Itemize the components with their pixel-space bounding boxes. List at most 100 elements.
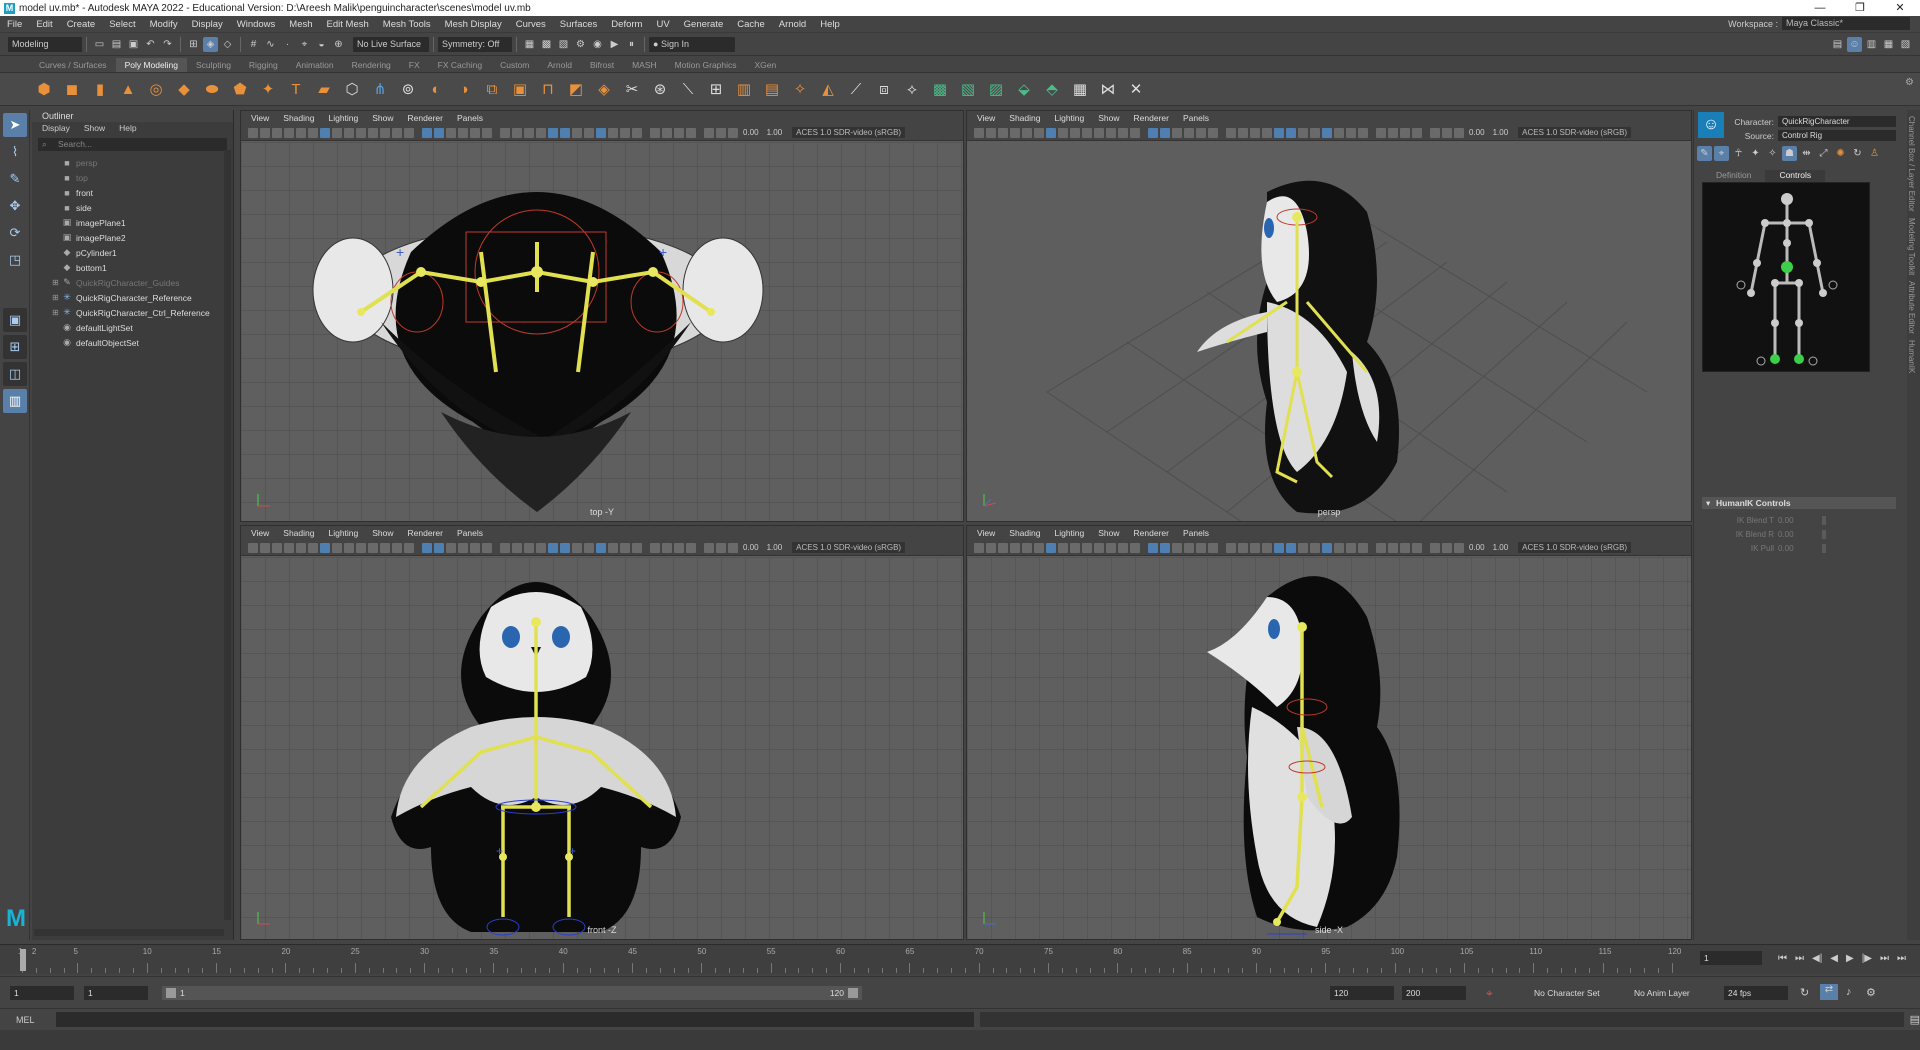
fill-hole-icon[interactable]: ◈ [593,78,615,100]
menu-surfaces[interactable]: Surfaces [553,19,605,30]
menu-arnold[interactable]: Arnold [772,19,813,30]
humanik-tab-controls[interactable]: Controls [1765,170,1826,182]
toggle-modeling-toolkit-icon[interactable]: ▤ [1830,37,1845,52]
shelf-tab-fx-caching[interactable]: FX Caching [429,58,491,72]
viewport-front[interactable]: View Shading Lighting Show Renderer Panels 0.… [240,525,964,940]
shelf-tab-curves-surfaces[interactable]: Curves / Surfaces [30,58,116,72]
uv-straighten-icon[interactable]: ▨ [985,78,1007,100]
viewport-tool-icon[interactable] [584,542,594,553]
viewport-tool-icon[interactable] [404,127,414,138]
outliner-item-top[interactable]: ■ top [32,170,233,185]
poly-torus-icon[interactable]: ◎ [145,78,167,100]
fps-dropdown[interactable]: 24 fps [1724,986,1788,1000]
humanik-slider-ik-blend-r[interactable]: IK Blend R 0.00 [1714,530,1894,539]
shelf-tab-motion-graphics[interactable]: Motion Graphics [666,58,746,72]
viewport-tool-icon[interactable] [548,542,558,553]
full-body-icon[interactable]: ☥ [1731,146,1746,161]
viewport-tool-icon[interactable] [704,127,714,138]
poly-cube-icon[interactable]: ◼ [61,78,83,100]
outliner-item-persp[interactable]: ■ persp [32,155,233,170]
outliner-menu-display[interactable]: Display [42,123,70,133]
viewport-tool-icon[interactable] [1250,127,1260,138]
target-weld-icon[interactable]: ⊛ [649,78,671,100]
poly-text-icon[interactable]: T [285,78,307,100]
viewport-tool-icon[interactable] [344,127,354,138]
snap-point-icon[interactable]: ∙ [280,37,295,52]
viewport-tool-icon[interactable] [1358,542,1368,553]
viewport-menu-view[interactable]: View [977,528,995,538]
anim-start-field[interactable]: 1 [10,986,74,1000]
viewport-tool-icon[interactable] [284,127,294,138]
viewport-tool-icon[interactable] [368,542,378,553]
viewport-tool-icon[interactable] [1430,542,1440,553]
paint-select-tool-icon[interactable]: ✎ [3,167,27,191]
step-back-key-icon[interactable]: ⏭ [1795,953,1804,964]
outliner-item-quickrigcharacter-reference[interactable]: ⊞ ✳ QuickRigCharacter_Reference [32,290,233,305]
viewport-tool-icon[interactable] [632,542,642,553]
viewport-menu-view[interactable]: View [977,113,995,123]
auto-key-icon[interactable]: ⌖ [1486,986,1493,1001]
booleans-icon[interactable]: ◑ [453,78,475,100]
humanik-slider-ik-blend-t[interactable]: IK Blend T 0.00 [1714,516,1894,525]
viewport-tool-icon[interactable] [716,542,726,553]
expand-icon[interactable]: ⊞ [52,308,59,317]
snap-view-icon[interactable]: ⌖ [297,37,312,52]
gamma-field[interactable]: 1.00 [767,543,783,552]
viewport-tool-icon[interactable] [674,127,684,138]
wedge-icon[interactable]: ◭ [817,78,839,100]
go-to-start-icon[interactable]: ⏮ [1778,953,1787,964]
menu-select[interactable]: Select [102,19,142,30]
viewport-menu-panels[interactable]: Panels [457,113,483,123]
viewport-tool-icon[interactable] [1322,542,1332,553]
humanik-figure-view[interactable] [1702,182,1870,372]
viewport-tool-icon[interactable] [1022,542,1032,553]
exposure-field[interactable]: 0.00 [1469,128,1485,137]
colorspace-dropdown[interactable]: ACES 1.0 SDR-video (sRGB) [1518,542,1632,553]
maximize-icon[interactable]: ❐ [1840,0,1880,16]
menu-help[interactable]: Help [813,19,847,30]
render-frame-icon[interactable]: ▩ [539,37,554,52]
viewport-tool-icon[interactable] [512,542,522,553]
mirror-matching-icon[interactable]: ⇹ [1799,146,1814,161]
arnold-pause-icon[interactable]: ⏸ [624,37,639,52]
save-scene-icon[interactable]: ▣ [126,37,141,52]
extract-icon[interactable]: ◐ [425,78,447,100]
hypershade-icon[interactable]: ◉ [590,37,605,52]
insert-loop-icon[interactable]: ▥ [733,78,755,100]
toggle-tool-settings-icon[interactable]: ▦ [1881,37,1896,52]
viewport-tool-icon[interactable] [1226,127,1236,138]
extrude-icon[interactable]: ▣ [509,78,531,100]
outliner-item-quickrigcharacter-ctrl-reference[interactable]: ⊞ ✳ QuickRigCharacter_Ctrl_Reference [32,305,233,320]
sign-in-dropdown[interactable]: ● Sign In [649,37,735,52]
viewport-tool-icon[interactable] [1148,127,1158,138]
bake-icon[interactable]: ✺ [1833,146,1848,161]
current-frame-field[interactable]: 1 [1700,951,1762,965]
separate-icon[interactable]: ⋔ [369,78,391,100]
toggle-attribute-editor-icon[interactable]: ▥ [1864,37,1879,52]
body-part-icon[interactable]: ✦ [1748,146,1763,161]
viewport-tool-icon[interactable] [446,542,456,553]
viewport-tool-icon[interactable] [548,127,558,138]
outliner-item-side[interactable]: ■ side [32,200,233,215]
viewport-tool-icon[interactable] [1358,127,1368,138]
viewport-persp[interactable]: View Shading Lighting Show Renderer Panels 0.… [966,110,1692,522]
viewport-tool-icon[interactable] [446,127,456,138]
live-surface-field[interactable]: No Live Surface [353,37,429,52]
pin-icon[interactable]: ⌖ [1714,146,1729,161]
outliner-item-pcylinder1[interactable]: ◆ pCylinder1 [32,245,233,260]
slider-value[interactable]: 0.00 [1778,530,1794,539]
viewport-tool-icon[interactable] [728,542,738,553]
four-view-layout-icon[interactable]: ⊞ [3,335,27,359]
exposure-field[interactable]: 0.00 [1469,543,1485,552]
rotate-tool-icon[interactable]: ⟳ [3,221,27,245]
range-handle-end[interactable] [848,988,858,998]
viewport-tool-icon[interactable] [572,542,582,553]
viewport-tool-icon[interactable] [1310,542,1320,553]
viewport-menu-show[interactable]: Show [1098,113,1119,123]
slider-handle[interactable] [1821,530,1826,539]
connect-icon[interactable]: ⟍ [677,78,699,100]
slider-value[interactable]: 0.00 [1778,516,1794,525]
viewport-tool-icon[interactable] [1286,542,1296,553]
viewport-tool-icon[interactable] [380,127,390,138]
viewport-tool-icon[interactable] [1022,127,1032,138]
